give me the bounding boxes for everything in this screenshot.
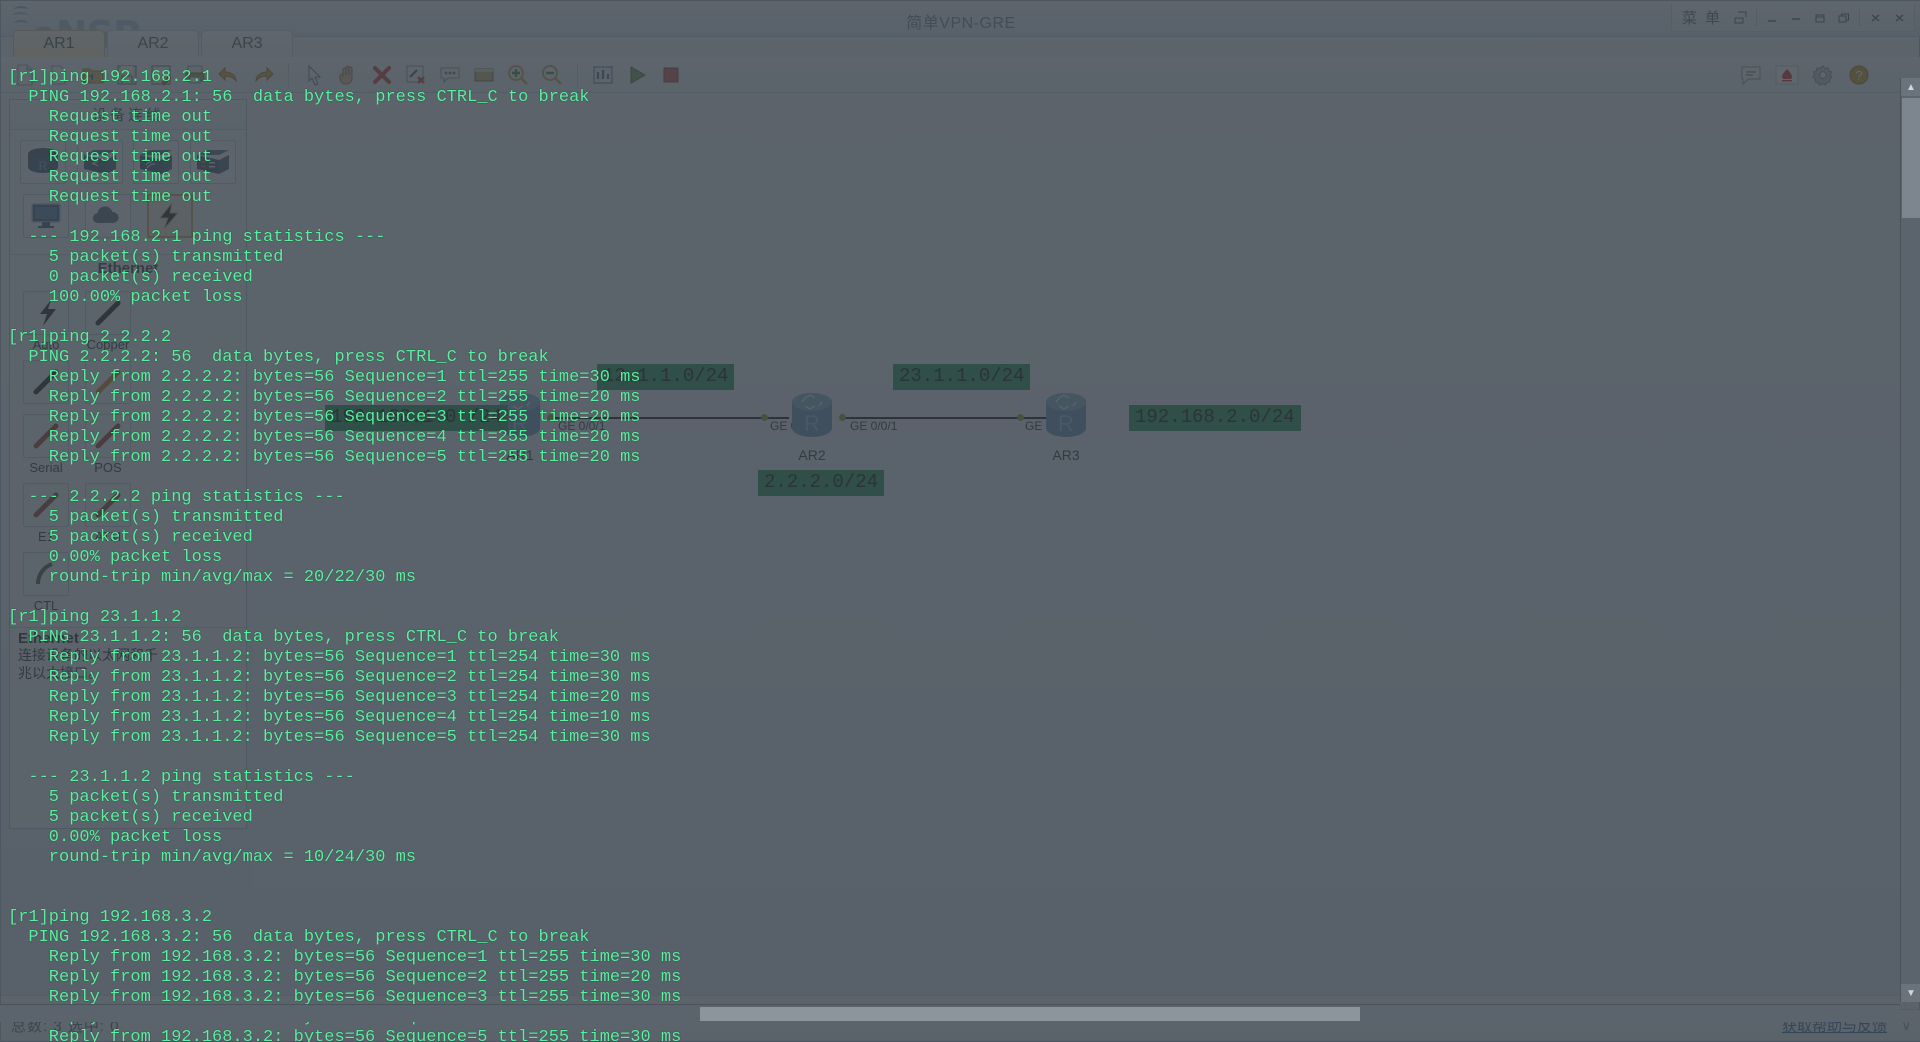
cli-hscroll-thumb[interactable] xyxy=(700,1007,1360,1021)
scroll-down-icon[interactable]: ▼ xyxy=(1901,984,1920,1002)
cli-terminal-overlay[interactable]: [r1]ping 192.168.2.1 PING 192.168.2.1: 5… xyxy=(0,0,1920,1042)
cli-horizontal-scrollbar[interactable] xyxy=(0,1004,1900,1022)
app-root: 简单VPN-GRE 菜 单 xyxy=(0,0,1920,1042)
scroll-up-icon[interactable]: ▲ xyxy=(1901,78,1920,96)
cli-output: [r1]ping 192.168.2.1 PING 192.168.2.1: 5… xyxy=(8,68,682,1042)
cli-vertical-scrollbar[interactable]: ▲ ▼ xyxy=(1900,78,1920,1002)
cli-scroll-thumb[interactable] xyxy=(1902,98,1920,218)
